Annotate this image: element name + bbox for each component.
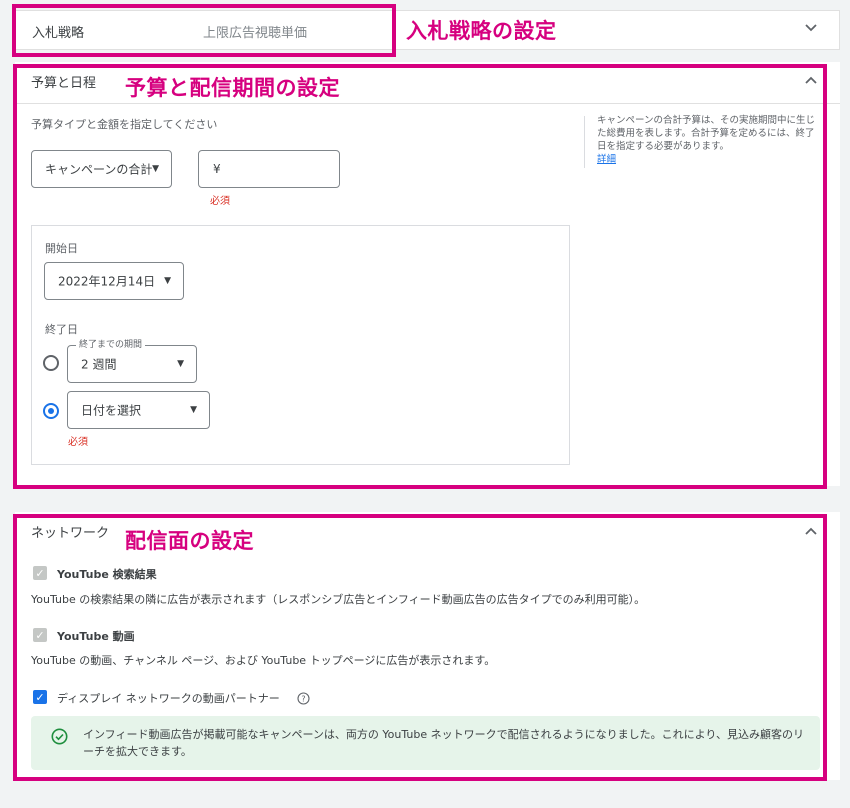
bidding-annotation: 入札戦略の設定: [406, 19, 557, 43]
budget-highlight: [13, 64, 827, 489]
chevron-down-icon[interactable]: [804, 20, 818, 38]
network-highlight: [13, 514, 827, 781]
bidding-highlight: [12, 4, 396, 57]
